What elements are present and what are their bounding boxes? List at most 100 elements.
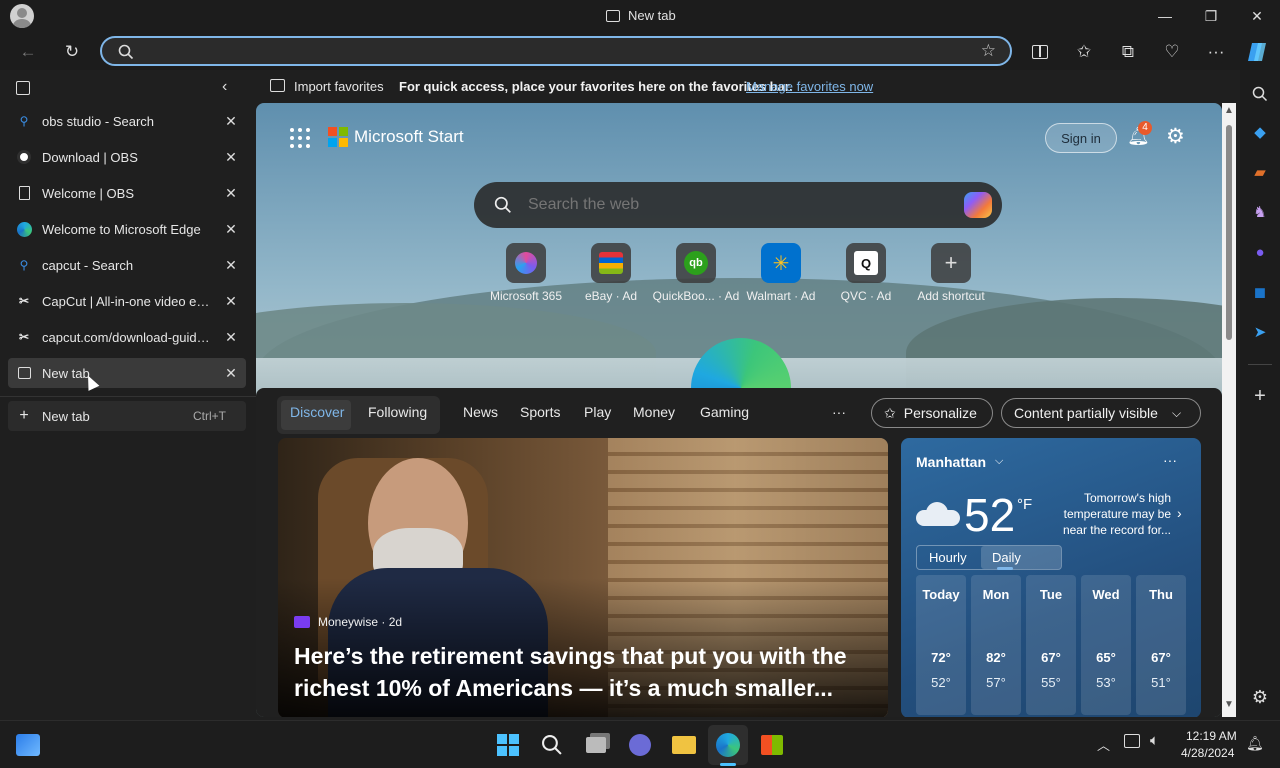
widgets-icon[interactable] [14, 731, 42, 759]
edge-icon[interactable] [714, 731, 742, 759]
clock-date[interactable]: 4/28/2024 [1181, 746, 1234, 760]
more-tabs-icon[interactable]: ··· [832, 404, 846, 420]
favorites-icon[interactable]: ✩ [1070, 38, 1098, 66]
import-favorites-button[interactable]: Import favorites [294, 79, 384, 94]
tab-actions-icon[interactable] [16, 81, 30, 95]
back-icon[interactable]: ← [14, 38, 42, 66]
add-sidebar-app-icon[interactable]: + [1248, 384, 1272, 408]
tab-item-active[interactable]: New tab ✕ [8, 358, 246, 388]
close-tab-icon[interactable]: ✕ [216, 113, 246, 130]
start-icon[interactable] [494, 731, 522, 759]
volume-muted-icon[interactable]: 🔈︎ [1150, 732, 1159, 749]
notification-bell-icon[interactable]: 🔔︎ [1246, 735, 1264, 752]
weather-note[interactable]: Tomorrow's high temperature may be near … [1051, 490, 1171, 538]
article-card[interactable]: Moneywise · 2d Here’s the retirement sav… [278, 438, 888, 717]
favorites-bar-message: For quick access, place your favorites h… [399, 79, 793, 94]
chevron-down-icon[interactable]: ⌵ [995, 455, 1003, 468]
close-tab-icon[interactable]: ✕ [216, 185, 246, 202]
close-tab-icon[interactable]: ✕ [216, 149, 246, 166]
close-window-button[interactable]: ✕ [1234, 0, 1280, 32]
scrollbar-thumb[interactable] [1226, 125, 1232, 340]
sign-in-button[interactable]: Sign in [1045, 123, 1117, 153]
tab-item[interactable]: ✂ CapCut | All-in-one video editor ✕ [8, 286, 246, 316]
search-icon[interactable] [538, 731, 566, 759]
add-shortcut-button[interactable]: + Add shortcut [901, 243, 1001, 303]
manage-favorites-link[interactable]: Manage favorites now [746, 79, 873, 94]
web-search-box[interactable] [474, 182, 1002, 228]
weather-location[interactable]: Manhattan [916, 454, 986, 470]
more-menu-icon[interactable]: ··· [1202, 38, 1230, 66]
close-tab-icon[interactable]: ✕ [216, 257, 246, 274]
new-tab-button[interactable]: + New tab Ctrl+T [8, 401, 246, 431]
file-explorer-icon[interactable] [670, 731, 698, 759]
weather-card[interactable]: Manhattan ⌵ ··· 52 °F Tomorrow's high te… [901, 438, 1201, 717]
profile-avatar[interactable] [10, 4, 34, 28]
scroll-up-icon[interactable]: ▲ [1224, 105, 1234, 116]
favorite-star-icon[interactable]: ☆ [981, 41, 996, 61]
article-headline[interactable]: Here’s the retirement savings that put y… [294, 640, 874, 704]
close-tab-icon[interactable]: ✕ [216, 293, 246, 310]
collapse-pane-icon[interactable]: ‹ [222, 78, 227, 96]
collections-icon[interactable]: ⧉ [1114, 38, 1142, 66]
tab-play[interactable]: Play [584, 404, 611, 420]
tab-item[interactable]: ✂ capcut.com/download-guidance ✕ [8, 322, 246, 352]
tab-item[interactable]: Download | OBS ✕ [8, 142, 246, 172]
task-view-icon[interactable] [582, 731, 610, 759]
search-icon[interactable] [1248, 82, 1272, 106]
chevron-right-icon[interactable]: › [1177, 505, 1182, 521]
page-scrollbar[interactable]: ▲ ▼ [1222, 103, 1236, 717]
microsoft-store-icon[interactable] [758, 731, 786, 759]
tab-hourly[interactable]: Hourly [929, 550, 967, 565]
tools-briefcase-icon[interactable]: ▰ [1248, 160, 1272, 184]
teams-chat-icon[interactable] [626, 731, 654, 759]
outlook-icon[interactable]: ◼ [1248, 280, 1272, 304]
tab-news[interactable]: News [463, 404, 498, 420]
address-input[interactable] [146, 42, 966, 62]
sidebar-settings-icon[interactable]: ⚙ [1248, 685, 1272, 709]
forecast-day[interactable]: Wed 65° 53° [1081, 575, 1131, 715]
forecast-day[interactable]: Mon 82° 57° [971, 575, 1021, 715]
tab-sports[interactable]: Sports [520, 404, 560, 420]
import-favorites-icon[interactable] [270, 79, 285, 92]
microsoft-365-icon[interactable]: ● [1248, 240, 1272, 264]
games-icon[interactable]: ♞ [1248, 200, 1272, 224]
chevron-down-icon: ⌵ [1171, 405, 1182, 420]
forecast-day[interactable]: Today 72° 52° [916, 575, 966, 715]
apps-launcher-icon[interactable] [290, 128, 310, 148]
plus-icon: + [931, 243, 971, 283]
close-tab-icon[interactable]: ✕ [216, 329, 246, 346]
search-icon: ⚲ [19, 114, 29, 128]
scroll-down-icon[interactable]: ▼ [1224, 699, 1234, 710]
tab-item[interactable]: Welcome to Microsoft Edge ✕ [8, 214, 246, 244]
settings-gear-icon[interactable]: ⚙ [1166, 124, 1185, 149]
obs-icon [16, 149, 32, 165]
copilot-icon[interactable] [964, 192, 992, 218]
minimize-button[interactable]: — [1142, 0, 1188, 32]
chevron-up-icon[interactable]: ︿ [1097, 735, 1110, 754]
clock-time[interactable]: 12:19 AM [1186, 729, 1237, 743]
copilot-icon[interactable] [1244, 38, 1272, 66]
split-screen-icon[interactable] [1026, 38, 1054, 66]
web-search-input[interactable] [528, 196, 928, 214]
tab-following[interactable]: Following [368, 404, 427, 420]
restore-button[interactable]: ❐ [1188, 0, 1234, 32]
more-options-icon[interactable]: ··· [1163, 452, 1177, 468]
close-tab-icon[interactable]: ✕ [216, 365, 246, 382]
send-icon[interactable]: ➤ [1248, 320, 1272, 344]
network-icon[interactable] [1124, 734, 1140, 748]
tab-money[interactable]: Money [633, 404, 675, 420]
forecast-day[interactable]: Tue 67° 55° [1026, 575, 1076, 715]
close-tab-icon[interactable]: ✕ [216, 221, 246, 238]
tab-item[interactable]: ⚲ capcut - Search ✕ [8, 250, 246, 280]
address-bar[interactable]: ☆ [100, 36, 1012, 66]
refresh-icon[interactable]: ↻ [58, 38, 86, 66]
tab-item[interactable]: Welcome | OBS ✕ [8, 178, 246, 208]
brand-title[interactable]: Microsoft Start [354, 127, 464, 147]
content-visibility-dropdown[interactable]: Content partially visible ⌵ [1001, 398, 1201, 428]
shopping-tag-icon[interactable]: ◆ [1248, 120, 1272, 144]
tab-gaming[interactable]: Gaming [700, 404, 749, 420]
browser-essentials-icon[interactable]: ♡ [1158, 38, 1186, 66]
tab-item[interactable]: ⚲ obs studio - Search ✕ [8, 106, 246, 136]
forecast-day[interactable]: Thu 67° 51° [1136, 575, 1186, 715]
personalize-button[interactable]: ✩ Personalize [871, 398, 993, 428]
